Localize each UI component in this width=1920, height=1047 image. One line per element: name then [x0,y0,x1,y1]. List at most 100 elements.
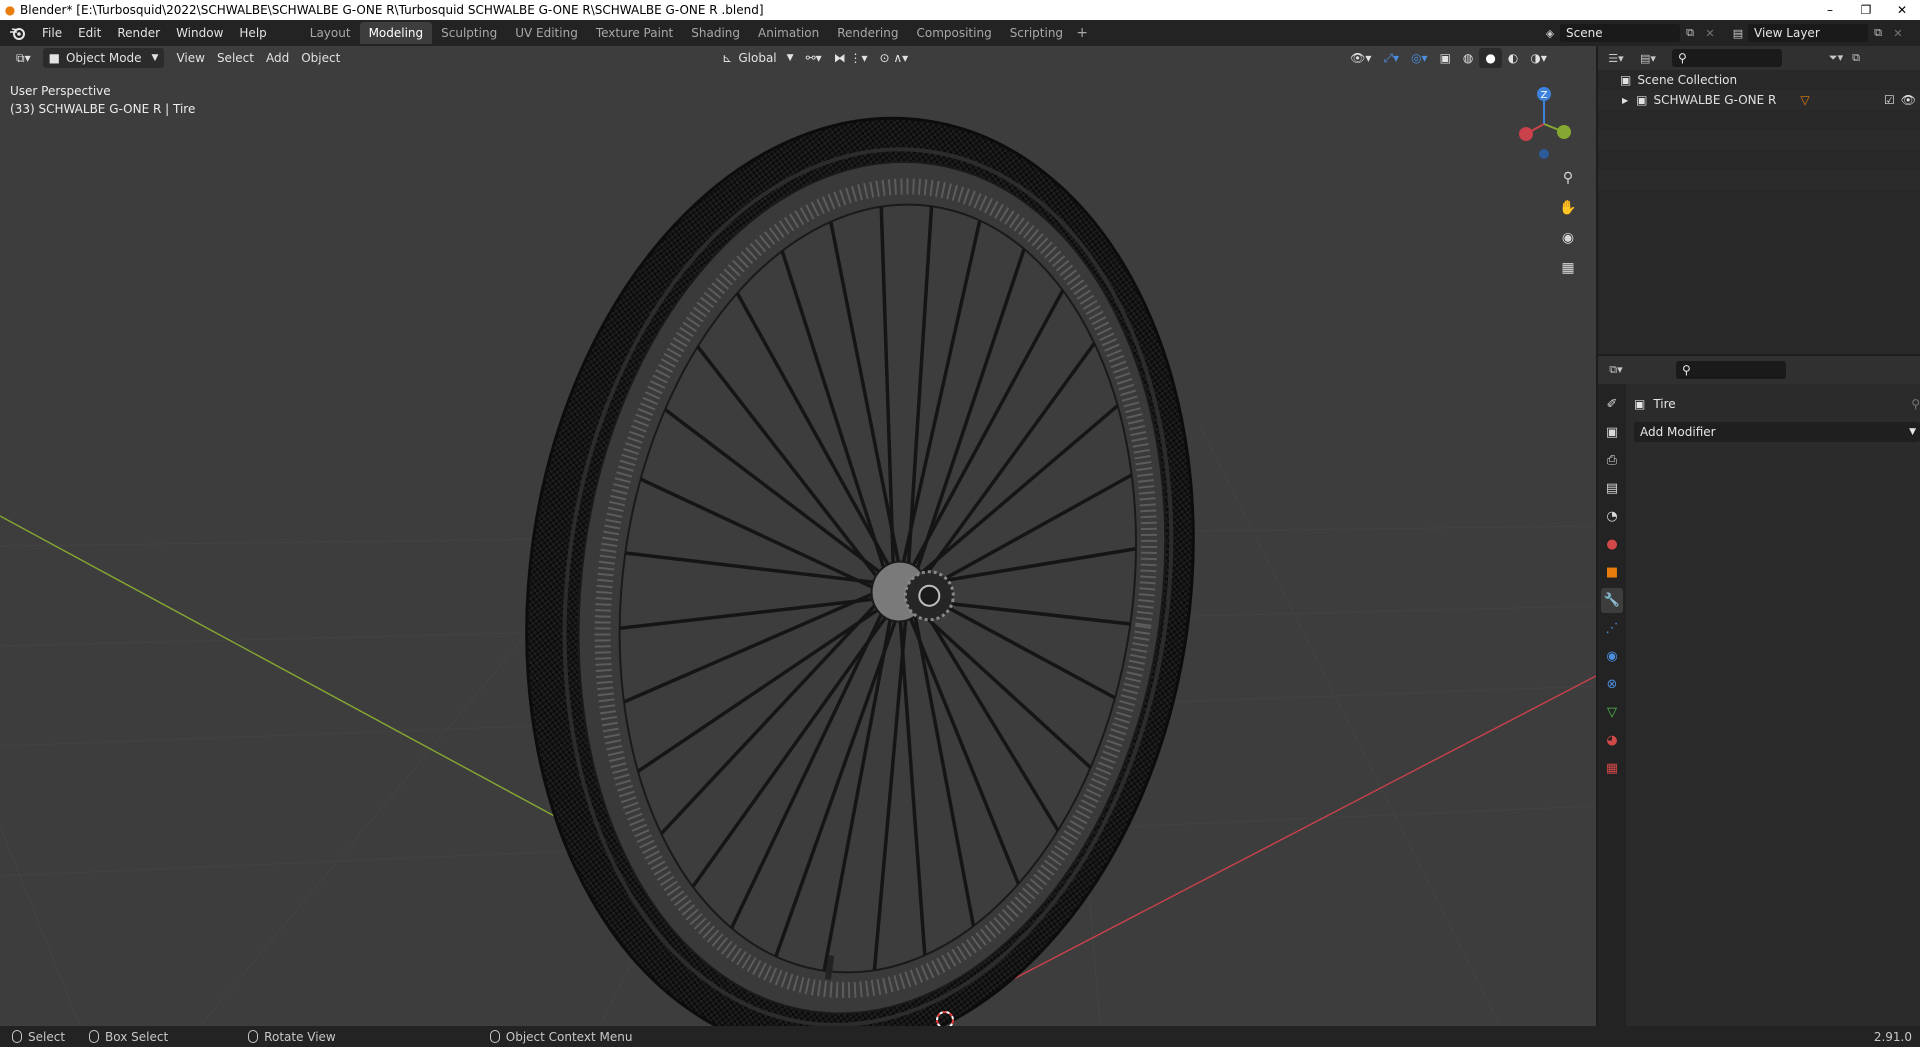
tab-compositing[interactable]: Compositing [907,22,1000,44]
solid-shading-icon[interactable]: ● [1479,48,1502,68]
remove-view-layer-icon[interactable]: ✕ [1888,24,1908,42]
render-tab-icon[interactable]: ▣ [1601,420,1623,445]
wheel-model[interactable] [468,75,1252,1026]
material-tab-icon[interactable]: ◕ [1601,728,1623,753]
tab-scripting[interactable]: Scripting [1001,22,1072,44]
menu-edit[interactable]: Edit [70,22,109,44]
filter-icon[interactable]: ⏷▾ [1826,49,1846,67]
view-layer-field[interactable]: View Layer [1748,24,1868,42]
close-button[interactable]: ✕ [1884,0,1920,20]
menu-file[interactable]: File [34,22,70,44]
blender-logo-icon[interactable] [0,20,34,46]
transform-orientation-selector[interactable]: ⊾ Global ▼ [716,48,799,68]
menu-help[interactable]: Help [231,22,274,44]
status-context-label: Object Context Menu [505,1029,633,1044]
add-modifier-button[interactable]: Add Modifier ▼ [1634,422,1920,442]
properties-search-input[interactable]: ⚲ [1676,361,1786,379]
tab-uv-editing[interactable]: UV Editing [506,22,587,44]
tab-texture-paint[interactable]: Texture Paint [587,22,682,44]
menu-view[interactable]: View [170,48,210,68]
tab-rendering[interactable]: Rendering [828,22,907,44]
eye-icon[interactable]: 👁 [1901,93,1916,107]
mode-selector[interactable]: ■ Object Mode ▼ [42,48,165,68]
pin-icon[interactable]: ⚲ [1911,397,1920,411]
properties-header: ⧉▾ ⚲ [1598,356,1920,384]
new-scene-icon[interactable]: ⧉ [1680,24,1700,42]
menu-object[interactable]: Object [295,48,346,68]
mouse-drag-icon [89,1030,100,1043]
gizmo-toggle-icon[interactable]: ⤢▾ [1377,48,1405,68]
texture-tab-icon[interactable]: ▦ [1601,756,1623,781]
window-title: Blender* [E:\Turbosquid\2022\SCHWALBE\SC… [20,3,764,17]
snap-icon[interactable]: ⧓ ⋮▾ [828,48,874,68]
menu-select[interactable]: Select [211,48,260,68]
tab-sculpting[interactable]: Sculpting [432,22,506,44]
remove-scene-icon[interactable]: ✕ [1700,24,1720,42]
outliner-header: ☰▾ ▤▾ ⚲ ⏷▾ ⧉ [1598,46,1920,70]
new-collection-icon[interactable]: ⧉ [1846,49,1866,67]
tool-tab-icon[interactable]: ✐ [1601,392,1623,417]
constraints-tab-icon[interactable]: ⊗ [1601,672,1623,697]
outliner-item-row[interactable]: ▶ ▣ SCHWALBE G-ONE R ▽ ☑ 👁 [1598,90,1920,110]
workspace-tabs: Layout Modeling Sculpting UV Editing Tex… [301,20,1092,46]
view-layer-icon[interactable]: ▤ [1728,24,1748,42]
modifier-badge-icon: ▽ [1800,93,1810,107]
wireframe-shading-icon[interactable]: ◍ [1457,48,1479,68]
modifier-properties: ▣ Tire ⚲ Add Modifier ▼ [1634,392,1920,442]
properties-editor-icon[interactable]: ⧉▾ [1606,361,1626,379]
3d-viewport[interactable]: User Perspective (33) SCHWALBE G-ONE R |… [0,46,1596,1026]
particles-tab-icon[interactable]: ⋰ [1601,616,1623,641]
ortho-grid-icon[interactable]: ▦ [1556,256,1580,280]
material-shading-icon[interactable]: ◐ [1502,48,1524,68]
outliner-search-input[interactable]: ⚲ [1672,49,1782,67]
chevron-down-icon: ▼ [151,53,159,63]
new-view-layer-icon[interactable]: ⧉ [1868,24,1888,42]
object-mode-icon: ■ [48,51,60,65]
menu-add[interactable]: Add [260,48,295,68]
overlays-icon[interactable]: ◎▾ [1405,48,1434,68]
orientation-icon: ⊾ [722,51,733,65]
status-context-menu: Object Context Menu [489,1029,633,1044]
tab-shading[interactable]: Shading [682,22,749,44]
rendered-shading-icon[interactable]: ◑▾ [1524,48,1553,68]
status-rotate-label: Rotate View [264,1029,336,1044]
zoom-icon[interactable]: ⚲ [1556,166,1580,190]
object-tab-icon[interactable]: ■ [1601,560,1623,585]
menu-window[interactable]: Window [168,22,231,44]
pivot-point-icon[interactable]: ⚯▾ [800,48,828,68]
tab-layout[interactable]: Layout [301,22,360,44]
top-menu-bar: File Edit Render Window Help Layout Mode… [0,20,1920,46]
physics-tab-icon[interactable]: ◉ [1601,644,1623,669]
scene-icon[interactable]: ◈ [1540,24,1560,42]
visibility-icon[interactable]: 👁▾ [1344,48,1377,68]
navigation-gizmo[interactable]: Z [1510,82,1590,175]
search-icon: ⚲ [1682,363,1691,377]
world-tab-icon[interactable]: ● [1601,532,1623,557]
modifier-tab-icon[interactable]: 🔧 [1601,588,1623,613]
exclude-checkbox[interactable]: ☑ [1884,93,1895,107]
camera-view-icon[interactable]: ◉ [1556,226,1580,250]
object-icon: ▣ [1636,93,1648,107]
outliner-empty-row [1598,130,1920,150]
scene-name-field[interactable]: Scene [1560,24,1680,42]
perspective-label: User Perspective [10,84,111,98]
editor-type-icon[interactable]: ⧉▾ [10,48,37,68]
proportional-edit-icon[interactable]: ⊙ ∧▾ [873,48,914,68]
menu-render[interactable]: Render [109,22,168,44]
xray-icon[interactable]: ▣ [1434,48,1457,68]
add-workspace-button[interactable]: + [1072,23,1092,43]
outliner-panel: ☰▾ ▤▾ ⚲ ⏷▾ ⧉ ▣ Scene Collection ▶ ▣ SCHW… [1598,46,1920,354]
data-tab-icon[interactable]: ▽ [1601,700,1623,725]
output-tab-icon[interactable]: ⎙ [1601,448,1623,473]
view-layer-tab-icon[interactable]: ▤ [1601,476,1623,501]
pan-hand-icon[interactable]: ✋ [1556,196,1580,220]
tab-modeling[interactable]: Modeling [359,22,433,44]
restore-button[interactable]: ❐ [1848,0,1884,20]
scene-collection-row[interactable]: ▣ Scene Collection [1598,70,1920,90]
tab-animation[interactable]: Animation [749,22,828,44]
minimize-button[interactable]: – [1812,0,1848,20]
outliner-editor-icon[interactable]: ☰▾ [1606,49,1626,67]
expand-arrow-icon[interactable]: ▶ [1622,96,1628,105]
display-mode-icon[interactable]: ▤▾ [1638,49,1658,67]
scene-tab-icon[interactable]: ◔ [1601,504,1623,529]
